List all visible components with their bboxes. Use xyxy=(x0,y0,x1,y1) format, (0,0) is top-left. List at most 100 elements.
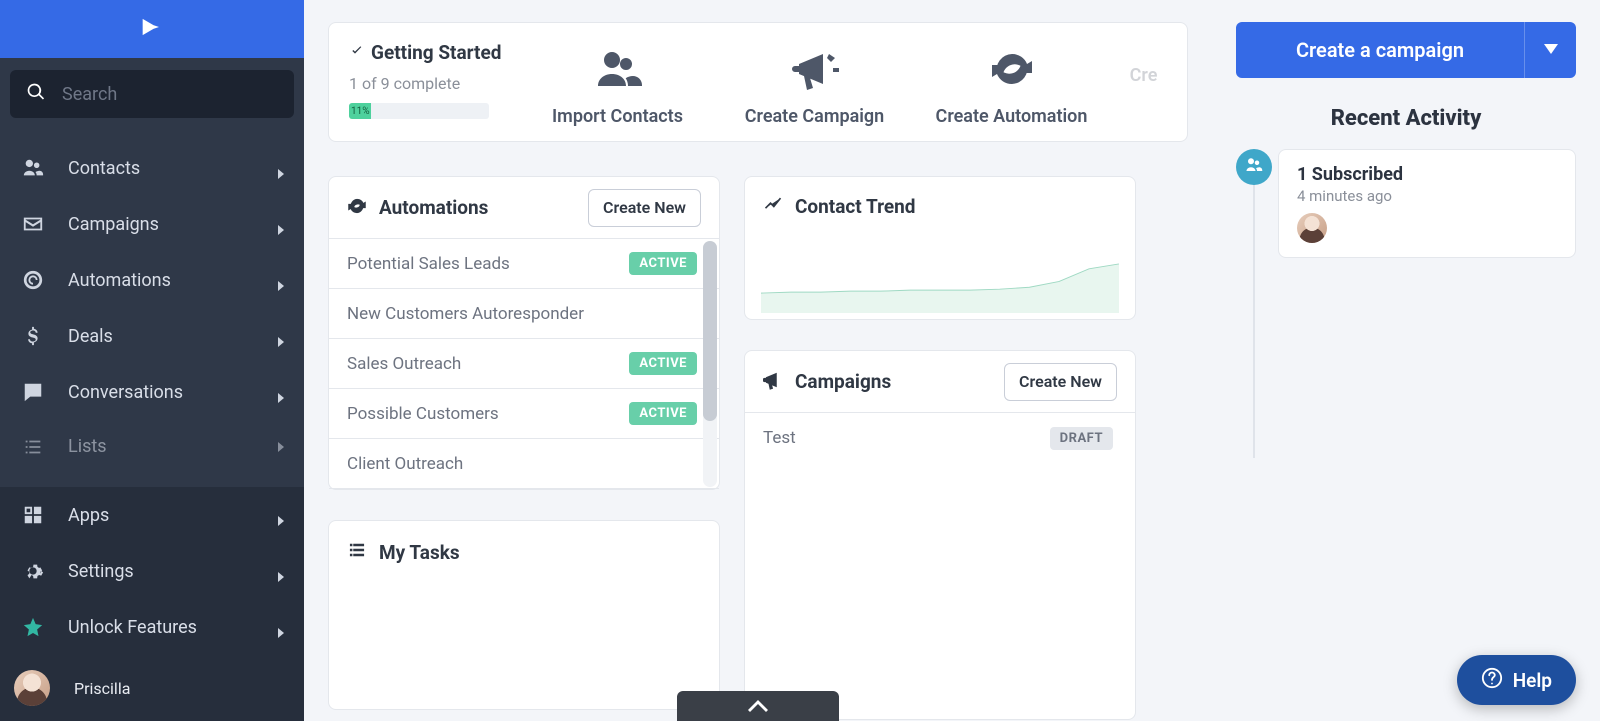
nav-item-campaigns[interactable]: Campaigns xyxy=(0,196,304,252)
automation-row[interactable]: Sales Outreach ACTIVE xyxy=(329,339,719,389)
dashboard-columns: Automations Create New Potential Sales L… xyxy=(328,176,1188,720)
campaign-name: Test xyxy=(763,428,796,448)
create-campaign-dropdown[interactable] xyxy=(1524,22,1576,78)
automations-panel: Automations Create New Potential Sales L… xyxy=(328,176,720,490)
gs-progress-fill: 11% xyxy=(349,103,371,119)
status-badge: ACTIVE xyxy=(629,402,697,425)
gs-action-import-label: Import Contacts xyxy=(552,106,683,127)
main: Getting Started 1 of 9 complete 11% Impo… xyxy=(304,0,1212,721)
chevron-right-icon xyxy=(276,219,286,229)
contact-trend-panel: Contact Trend xyxy=(744,176,1136,320)
apps-icon xyxy=(22,504,44,526)
gs-action-import-contacts[interactable]: Import Contacts xyxy=(538,23,698,141)
gs-title-text: Getting Started xyxy=(371,41,501,64)
user-row[interactable]: Priscilla xyxy=(0,655,304,721)
contact-trend-head: Contact Trend xyxy=(745,177,1135,235)
nav: Contacts Campaigns Automations Deals Con… xyxy=(0,130,304,487)
activity-feed: 1 Subscribed 4 minutes ago xyxy=(1236,149,1576,258)
nav-item-deals[interactable]: Deals xyxy=(0,308,304,364)
search-icon xyxy=(26,82,60,106)
activity-timeline xyxy=(1253,169,1255,458)
gs-action-campaign-label: Create Campaign xyxy=(745,106,884,127)
gs-progress-text: 1 of 9 complete xyxy=(349,74,509,93)
my-tasks-title: My Tasks xyxy=(379,541,460,564)
user-name: Priscilla xyxy=(74,679,130,698)
gs-action-create-automation[interactable]: Create Automation xyxy=(932,23,1092,141)
nav-item-lists[interactable]: Lists xyxy=(0,420,304,460)
campaigns-create-button[interactable]: Create New xyxy=(1004,363,1117,401)
nav-item-conversations[interactable]: Conversations xyxy=(0,364,304,420)
activity-badge xyxy=(1236,149,1272,185)
gs-action-more[interactable]: Cre xyxy=(1129,23,1159,141)
nav-apps-label: Apps xyxy=(68,505,276,526)
gs-action-more-label: Cre xyxy=(1130,65,1158,86)
create-campaign-cta: Create a campaign xyxy=(1236,22,1576,78)
nav-item-apps[interactable]: Apps xyxy=(0,487,304,543)
bottom-expand-tab[interactable] xyxy=(677,691,839,721)
list-icon xyxy=(22,436,44,458)
automation-row[interactable]: Possible Customers ACTIVE xyxy=(329,389,719,439)
chevron-right-icon xyxy=(276,163,286,173)
check-icon xyxy=(349,41,371,64)
automations-title: Automations xyxy=(379,196,488,219)
nav-settings-label: Settings xyxy=(68,561,276,582)
automation-row[interactable]: Potential Sales Leads ACTIVE xyxy=(329,239,719,289)
sidebar-bottom: Apps Settings Unlock Features Priscilla xyxy=(0,487,304,721)
search-input[interactable] xyxy=(60,83,292,106)
contact-trend-chart xyxy=(745,235,1135,319)
nav-deals-label: Deals xyxy=(68,326,276,347)
list-small-icon xyxy=(347,540,367,564)
help-label: Help xyxy=(1513,669,1552,692)
right-rail: Create a campaign Recent Activity 1 Subs… xyxy=(1212,0,1600,721)
automations-create-button[interactable]: Create New xyxy=(588,189,701,227)
my-tasks-head: My Tasks xyxy=(329,521,719,583)
contact-trend-title: Contact Trend xyxy=(795,195,916,218)
star-icon xyxy=(22,616,44,638)
campaigns-panel: Campaigns Create New Test DRAFT xyxy=(744,350,1136,720)
activity-title: 1 Subscribed xyxy=(1297,164,1557,185)
automation-name: Sales Outreach xyxy=(347,354,461,374)
search-wrap xyxy=(0,58,304,130)
scrollbar-thumb[interactable] xyxy=(703,241,717,421)
subscribers-icon xyxy=(1245,156,1263,178)
automation-icon xyxy=(22,269,44,291)
mail-icon xyxy=(22,213,44,235)
people-icon xyxy=(594,48,642,106)
gs-action-create-campaign[interactable]: Create Campaign xyxy=(735,23,895,141)
chevron-right-icon xyxy=(276,275,286,285)
automation-name: Client Outreach xyxy=(347,454,463,474)
gs-action-automation-label: Create Automation xyxy=(936,106,1088,127)
search-box[interactable] xyxy=(10,70,294,118)
activity-time: 4 minutes ago xyxy=(1297,187,1557,205)
caret-down-icon xyxy=(1544,43,1558,58)
nav-item-contacts[interactable]: Contacts xyxy=(0,140,304,196)
gear-icon xyxy=(22,560,44,582)
chat-icon xyxy=(22,381,44,403)
nav-conversations-label: Conversations xyxy=(68,382,276,403)
status-badge: DRAFT xyxy=(1050,427,1113,450)
chevron-up-icon xyxy=(748,697,768,716)
automation-name: New Customers Autoresponder xyxy=(347,304,584,324)
automation-row[interactable]: Client Outreach xyxy=(329,439,719,489)
logo-bar[interactable] xyxy=(0,0,304,58)
campaign-row[interactable]: Test DRAFT xyxy=(745,413,1135,463)
column-left: Automations Create New Potential Sales L… xyxy=(328,176,720,720)
campaigns-head: Campaigns Create New xyxy=(745,351,1135,413)
nav-item-unlock[interactable]: Unlock Features xyxy=(0,599,304,655)
refresh-small-icon xyxy=(347,196,367,220)
chevron-right-icon xyxy=(276,331,286,341)
automations-head: Automations Create New xyxy=(329,177,719,239)
nav-item-automations[interactable]: Automations xyxy=(0,252,304,308)
automation-row[interactable]: New Customers Autoresponder xyxy=(329,289,719,339)
nav-lists-label: Lists xyxy=(68,436,276,457)
activity-card[interactable]: 1 Subscribed 4 minutes ago xyxy=(1278,149,1576,258)
nav-item-settings[interactable]: Settings xyxy=(0,543,304,599)
nav-contacts-label: Contacts xyxy=(68,158,276,179)
automation-name: Possible Customers xyxy=(347,404,499,424)
help-button[interactable]: Help xyxy=(1457,655,1576,705)
getting-started-title: Getting Started xyxy=(349,41,509,64)
create-campaign-button[interactable]: Create a campaign xyxy=(1236,22,1524,78)
automations-list: Potential Sales Leads ACTIVE New Custome… xyxy=(329,239,719,489)
dollar-icon xyxy=(22,325,44,347)
chevron-right-icon xyxy=(276,436,286,446)
